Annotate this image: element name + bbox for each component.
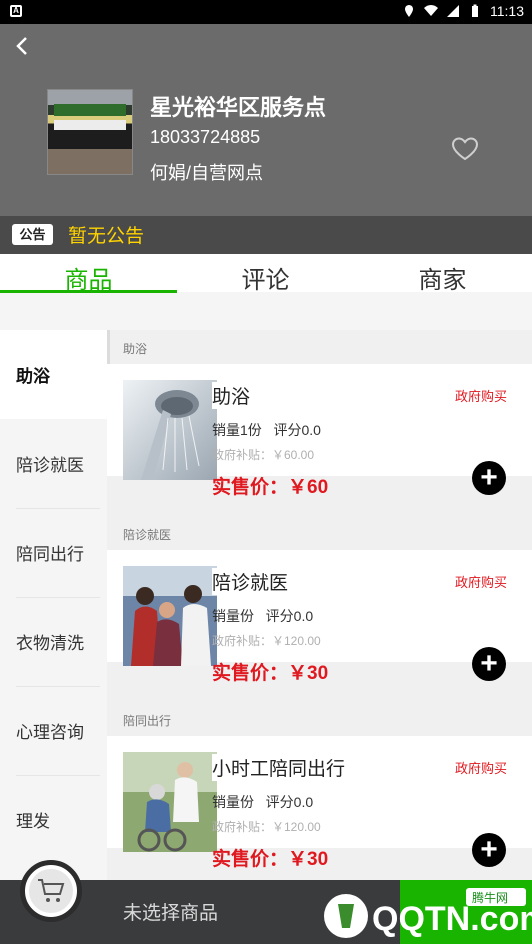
tab-merchant[interactable]: 商家 (354, 260, 531, 295)
checkout-button[interactable] (400, 880, 532, 944)
sidebar-item-bathing[interactable]: 助浴 (0, 330, 107, 419)
product-stats: 销量份 评分0.0 (212, 792, 313, 812)
product-name: 陪诊就医 (212, 568, 289, 595)
gov-purchase-tag: 政府购买 (454, 761, 507, 776)
favorite-button[interactable] (450, 134, 480, 164)
product-card[interactable]: 小时工陪同出行 销量份 评分0.0 政府补贴：￥120.00 实售价：￥30 政… (107, 736, 532, 870)
store-name: 星光裕华区服务点 (150, 95, 327, 120)
battery-icon (468, 4, 482, 18)
active-tab-indicator (0, 290, 177, 293)
product-subsidy: 政府补贴：￥60.00 (212, 448, 315, 462)
product-card[interactable]: 助浴 销量1份 评分0.0 政府补贴：￥60.00 实售价：￥60 政府购买 + (107, 364, 532, 498)
product-image (123, 566, 217, 666)
tab-reviews[interactable]: 评论 (177, 260, 354, 295)
product-stats: 销量份 评分0.0 (212, 606, 313, 626)
cart-empty-text: 未选择商品 (123, 903, 219, 924)
chevron-left-icon (16, 37, 27, 55)
store-header: 星光裕华区服务点 18033724885 何娟/自营网点 (0, 24, 532, 216)
cart-icon (38, 879, 65, 902)
section-marker (107, 330, 110, 364)
product-image (123, 380, 217, 480)
sidebar-item-travel-escort[interactable]: 陪同出行 (0, 508, 107, 597)
wifi-icon (424, 4, 438, 18)
product-name: 助浴 (212, 382, 251, 409)
product-subsidy: 政府补贴：￥120.00 (212, 820, 321, 834)
product-card[interactable]: 陪诊就医 销量份 评分0.0 政府补贴：￥120.00 实售价：￥30 政府购买… (107, 550, 532, 684)
back-button[interactable] (8, 32, 36, 60)
category-sidebar: 助浴 陪诊就医 陪同出行 衣物清洗 心理咨询 理发 (0, 330, 107, 880)
section-header: 助浴 (123, 342, 148, 356)
tab-bar: 商品 评论 商家 (0, 254, 532, 295)
sidebar-item-haircut[interactable]: 理发 (0, 775, 107, 864)
store-phone[interactable]: 18033724885 (150, 127, 260, 148)
gov-purchase-tag: 政府购买 (454, 389, 507, 404)
plus-circle-icon: + (480, 647, 498, 680)
product-rating: 评分0.0 (273, 422, 321, 438)
product-subsidy: 政府补贴：￥120.00 (212, 634, 321, 648)
app-notification-icon: A (10, 5, 22, 17)
location-icon (402, 4, 416, 18)
signal-icon (446, 4, 460, 18)
store-photo-sign (54, 104, 126, 116)
product-list[interactable]: 助浴 助浴 销量1份 评分0.0 政府补贴：￥60.00 实售价：￥60 政府购… (107, 330, 532, 880)
product-name: 小时工陪同出行 (212, 754, 346, 781)
store-owner: 何娟/自营网点 (150, 163, 264, 183)
sidebar-item-laundry[interactable]: 衣物清洗 (0, 597, 107, 686)
add-to-cart-button[interactable]: + (472, 833, 506, 867)
add-to-cart-button[interactable]: + (472, 461, 506, 495)
product-price: 实售价：￥30 (212, 849, 329, 870)
product-rating: 评分0.0 (265, 608, 314, 624)
status-bar: A 11:13 (0, 0, 532, 24)
product-stats: 销量1份 评分0.0 (212, 420, 321, 440)
sidebar-item-medical-escort[interactable]: 陪诊就医 (0, 419, 107, 508)
notice-bar: 公告 暂无公告 (0, 216, 532, 254)
heart-icon (451, 137, 479, 161)
product-rating: 评分0.0 (265, 794, 314, 810)
product-price: 实售价：￥60 (212, 477, 329, 498)
notice-text: 暂无公告 (68, 226, 145, 247)
section-header: 陪同出行 (123, 714, 172, 728)
cart-icon-holder (29, 869, 73, 913)
product-image (123, 752, 217, 852)
status-time: 11:13 (490, 3, 524, 19)
add-to-cart-button[interactable]: + (472, 647, 506, 681)
sidebar-item-counseling[interactable]: 心理咨询 (0, 686, 107, 775)
product-sales: 销量1份 (212, 422, 262, 438)
cart-button[interactable] (20, 860, 82, 922)
product-sales: 销量份 (212, 608, 254, 624)
store-photo-sign-secondary (54, 120, 126, 130)
section-header: 陪诊就医 (123, 528, 172, 542)
gov-purchase-tag: 政府购买 (454, 575, 507, 590)
product-sales: 销量份 (212, 794, 254, 810)
store-photo (47, 89, 133, 175)
product-price: 实售价：￥30 (212, 663, 329, 684)
plus-circle-icon: + (480, 461, 498, 494)
notice-badge: 公告 (12, 224, 53, 245)
plus-circle-icon: + (480, 833, 498, 866)
